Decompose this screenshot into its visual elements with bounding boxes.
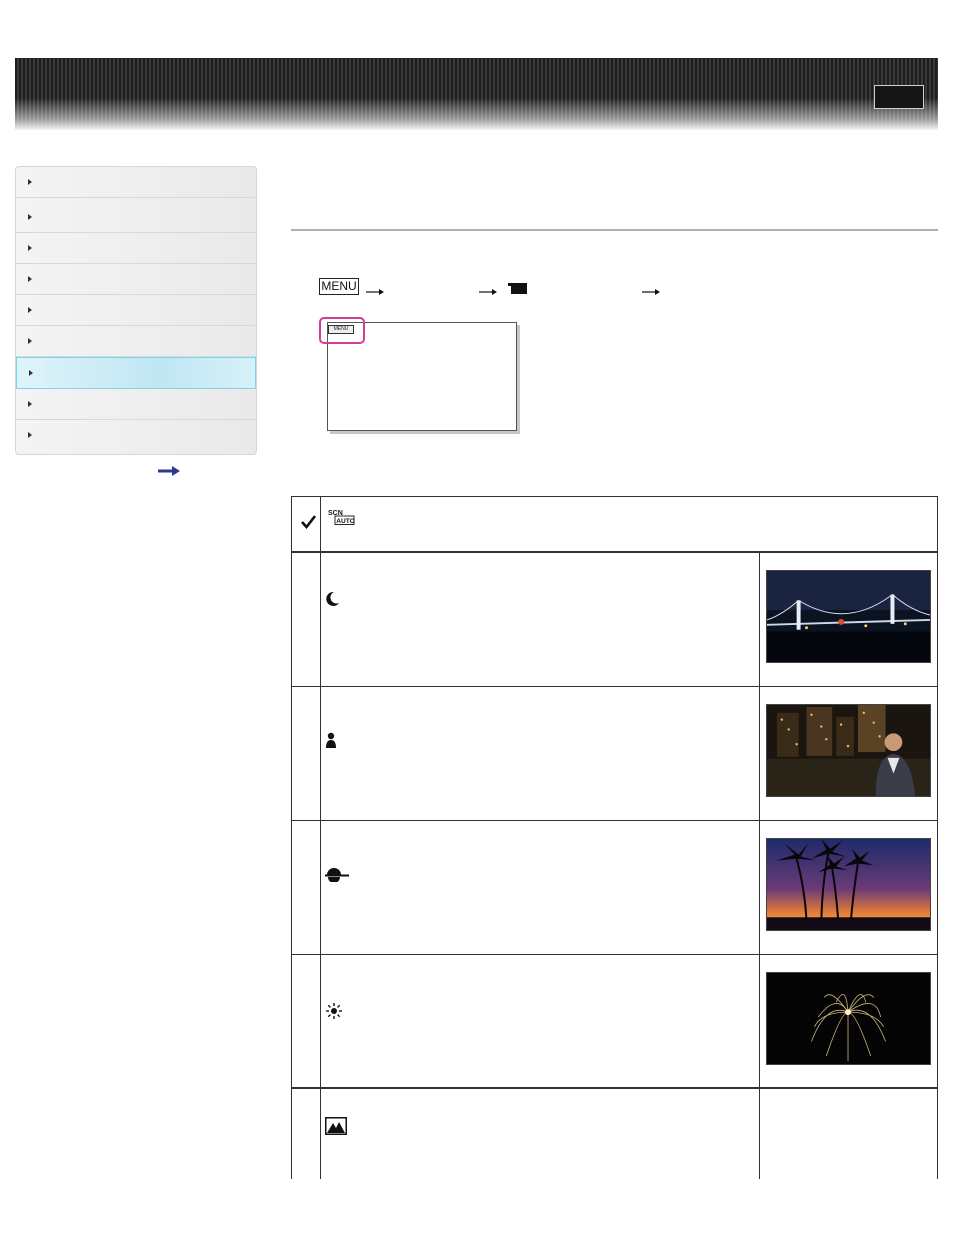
more-arrow-icon[interactable] [158,466,180,476]
title-divider [291,229,938,231]
auto-icon-text: AUTO [336,518,355,525]
palm-sunset-thumbnail [766,838,931,931]
triangle-right-icon [28,214,32,220]
camera-shooting-icon [508,283,527,294]
triangle-right-icon [28,432,32,438]
triangle-right-icon [29,370,33,376]
triangle-right-icon [28,401,32,407]
table-row-night [291,553,938,687]
moon-icon [326,591,339,606]
scn-auto-icon: SCN AUTO [328,510,355,525]
landscape-icon [325,1117,347,1135]
table-row-fireworks [291,955,938,1089]
sidebar-item-9[interactable] [16,420,256,451]
sidebar-item-4[interactable] [16,264,256,295]
sidebar-item-2[interactable] [16,202,256,233]
arrow-right-icon [642,289,660,295]
sidebar-item-5[interactable] [16,295,256,326]
header-button[interactable] [874,85,924,109]
triangle-right-icon [28,179,32,185]
arrow-right-icon [366,289,384,295]
sidebar-item-1[interactable] [16,167,256,198]
fireworks-thumbnail [766,972,931,1065]
table-row-sunrise-sunset [291,821,938,955]
triangle-right-icon [28,338,32,344]
sidebar-item-6[interactable] [16,326,256,357]
night-portrait-icon [326,732,345,748]
screen-menu-button: MENU [328,325,354,334]
sidebar-item-8[interactable] [16,389,256,420]
table-row-landscape [291,1089,938,1179]
table-row-night-portrait [291,687,938,821]
night-portrait-thumbnail [766,704,931,797]
night-bridge-thumbnail [766,570,931,663]
triangle-right-icon [28,245,32,251]
menu-button-icon: MENU [319,278,359,295]
sidebar-nav [15,166,257,455]
triangle-right-icon [28,276,32,282]
table-row-auto: SCN AUTO [291,496,938,553]
arrow-right-icon [479,289,497,295]
triangle-right-icon [28,307,32,313]
header-banner [15,58,938,130]
checkmark-icon [301,515,316,529]
sidebar-item-3[interactable] [16,233,256,264]
sunrise-sunset-icon [325,868,349,882]
fireworks-icon [326,1003,342,1019]
sidebar-item-7-active[interactable] [16,357,256,389]
